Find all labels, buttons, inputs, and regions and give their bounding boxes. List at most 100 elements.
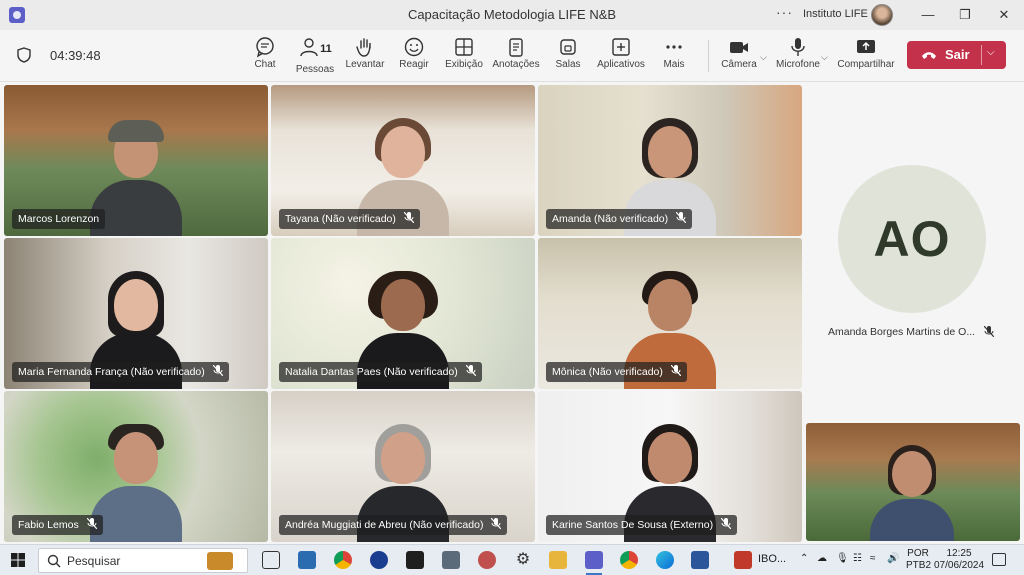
- video-tile[interactable]: Mônica (Não verificado): [538, 238, 802, 389]
- participant-name: Maria Fernanda França (Não verificado): [18, 366, 205, 378]
- video-tile[interactable]: Maria Fernanda França (Não verificado): [4, 238, 268, 389]
- close-icon[interactable]: ✕: [993, 5, 1015, 25]
- microphone-icon: [791, 38, 805, 56]
- video-tile[interactable]: Marcos Lorenzon: [4, 85, 268, 236]
- participant-name-tag: Tayana (Não verificado): [279, 209, 420, 229]
- chrome-icon[interactable]: [334, 551, 352, 569]
- calculator-icon[interactable]: [442, 551, 460, 569]
- participant-name-tag: Amanda (Não verificado): [546, 209, 693, 229]
- volume-icon[interactable]: 🔊: [887, 553, 899, 564]
- app-icon[interactable]: [734, 551, 752, 569]
- leave-separator: [981, 45, 982, 65]
- chrome-icon[interactable]: [620, 551, 638, 569]
- input-language[interactable]: POR PTB2: [906, 548, 932, 572]
- system-clock[interactable]: 12:25 07/06/2024: [934, 548, 984, 572]
- tray-overflow-chevron-icon[interactable]: ⌃: [800, 553, 808, 564]
- video-tile[interactable]: Karine Santos De Sousa (Externo): [538, 391, 802, 542]
- leave-button[interactable]: Sair ⌵: [907, 41, 1006, 69]
- muted-mic-icon: [984, 326, 994, 337]
- notes-label: Anotações: [492, 59, 540, 70]
- apps-icon: [612, 38, 630, 56]
- settings-gear-icon[interactable]: ⚙: [514, 551, 532, 569]
- meeting-toolbar: 04:39:48 Chat 11 Pessoas Levantar Reagir…: [0, 30, 1024, 82]
- edge-icon[interactable]: [656, 551, 674, 569]
- notes-icon: [509, 38, 523, 57]
- task-view-icon[interactable]: [262, 551, 280, 569]
- notes-button[interactable]: Anotações: [487, 36, 545, 78]
- app-icon[interactable]: [478, 551, 496, 569]
- muted-mic-icon: [212, 365, 223, 376]
- windows-taskbar: Pesquisar ⚙ IBO... ⌃ ☁ 🎙 ☷ ≈ 🔊 POR PTB2 1…: [0, 544, 1024, 575]
- participant-name: Marcos Lorenzon: [18, 213, 100, 225]
- microphone-tray-icon[interactable]: 🎙: [836, 553, 849, 564]
- word-icon[interactable]: [691, 551, 709, 569]
- wifi-icon[interactable]: ≈: [870, 553, 876, 564]
- view-button[interactable]: Exibição: [435, 36, 493, 78]
- participant-name: Andréa Muggiati de Abreu (Não verificado…: [285, 519, 484, 531]
- self-video-preview[interactable]: [806, 423, 1020, 541]
- rooms-button[interactable]: Salas: [539, 36, 597, 78]
- apps-button[interactable]: Aplicativos: [592, 36, 650, 78]
- minimize-icon[interactable]: —: [917, 5, 939, 25]
- avatar-participant-panel[interactable]: AO Amanda Borges Martins de O...: [806, 85, 1020, 421]
- video-tile[interactable]: Tayana (Não verificado): [271, 85, 535, 236]
- keyboard-layout: PTB2: [906, 560, 932, 571]
- network-icon[interactable]: ☷: [853, 553, 862, 564]
- muted-mic-icon: [465, 365, 476, 376]
- file-explorer-icon[interactable]: [549, 551, 567, 569]
- microphone-label: Microfone: [776, 59, 820, 70]
- participant-name-tag: Natalia Dantas Paes (Não verificado): [279, 362, 482, 382]
- apps-label: Aplicativos: [597, 59, 645, 70]
- participant-name: Tayana (Não verificado): [285, 213, 396, 225]
- rooms-label: Salas: [555, 59, 581, 70]
- participant-name-tag: Fabio Lemos: [12, 515, 103, 535]
- share-button[interactable]: Compartilhar: [836, 36, 896, 78]
- cloud-icon[interactable]: ☁: [817, 553, 827, 564]
- share-icon: [857, 40, 875, 53]
- organization-name[interactable]: Instituto LIFE: [803, 8, 868, 20]
- briefcase-icon: [207, 552, 233, 570]
- participant-name: Mônica (Não verificado): [552, 366, 663, 378]
- shield-icon: [17, 47, 31, 63]
- windows-start-icon[interactable]: [11, 553, 25, 567]
- notifications-icon[interactable]: [992, 553, 1006, 566]
- more-label: Mais: [663, 59, 685, 70]
- participant-name: Karine Santos De Sousa (Externo): [552, 519, 714, 531]
- terminal-icon[interactable]: [406, 551, 424, 569]
- participant-video: [870, 445, 954, 541]
- camera-options-chevron-icon[interactable]: ⌵: [760, 52, 767, 63]
- camera-icon: [730, 42, 748, 53]
- participant-name-tag: Marcos Lorenzon: [12, 209, 106, 229]
- participant-name: Natalia Dantas Paes (Não verificado): [285, 366, 458, 378]
- more-icon: [666, 45, 682, 49]
- pinned-app-label[interactable]: IBO...: [758, 553, 786, 565]
- leave-options-chevron-icon[interactable]: ⌵: [987, 47, 995, 58]
- search-icon: [47, 554, 61, 568]
- microphone-options-chevron-icon[interactable]: ⌵: [821, 52, 828, 63]
- muted-mic-icon: [86, 518, 97, 529]
- title-bar: Capacitação Metodologia LIFE N&B ··· Ins…: [0, 0, 1024, 30]
- participant-name-tag: Maria Fernanda França (Não verificado): [12, 362, 229, 382]
- more-button[interactable]: Mais: [645, 36, 703, 78]
- video-tile[interactable]: Andréa Muggiati de Abreu (Não verificado…: [271, 391, 535, 542]
- video-tile[interactable]: Natalia Dantas Paes (Não verificado): [271, 238, 535, 389]
- profile-avatar[interactable]: [871, 4, 893, 26]
- muted-mic-icon: [676, 212, 687, 223]
- teams-icon[interactable]: [585, 551, 603, 569]
- taskbar-search-box[interactable]: Pesquisar: [38, 548, 248, 573]
- microphone-button[interactable]: Microfone: [769, 36, 827, 78]
- restore-icon[interactable]: ❐: [954, 5, 976, 25]
- participant-initials-avatar: AO: [838, 165, 986, 313]
- people-count: 11: [320, 43, 332, 55]
- app-icon[interactable]: [298, 551, 316, 569]
- hang-up-icon: [922, 52, 936, 59]
- participant-name: Fabio Lemos: [18, 519, 79, 531]
- more-options-icon[interactable]: ···: [776, 4, 793, 20]
- meeting-timer: 04:39:48: [50, 48, 101, 63]
- clock-time: 12:25: [946, 548, 972, 559]
- video-tile[interactable]: Fabio Lemos: [4, 391, 268, 542]
- participant-video: [90, 424, 182, 542]
- app-icon[interactable]: [370, 551, 388, 569]
- clock-date: 07/06/2024: [934, 560, 985, 571]
- video-tile[interactable]: Amanda (Não verificado): [538, 85, 802, 236]
